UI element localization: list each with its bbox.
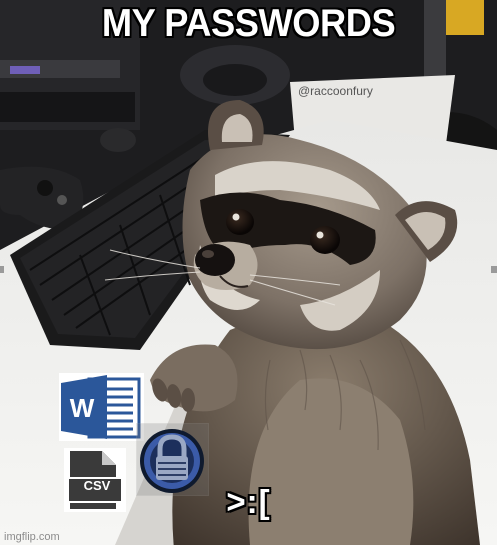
- word-letter: W: [70, 393, 95, 423]
- photo-handle-text: @raccoonfury: [298, 84, 373, 98]
- meme-bottom-caption: >:[: [226, 483, 271, 520]
- word-document-icon: W: [59, 373, 144, 441]
- meme-top-caption: MY PASSWORDS: [101, 2, 396, 45]
- meme-image: @raccoonfury W CSV MY PASSWORDS >:[imgf…: [0, 0, 497, 545]
- imgflip-watermark: imgflip.com: [4, 531, 60, 543]
